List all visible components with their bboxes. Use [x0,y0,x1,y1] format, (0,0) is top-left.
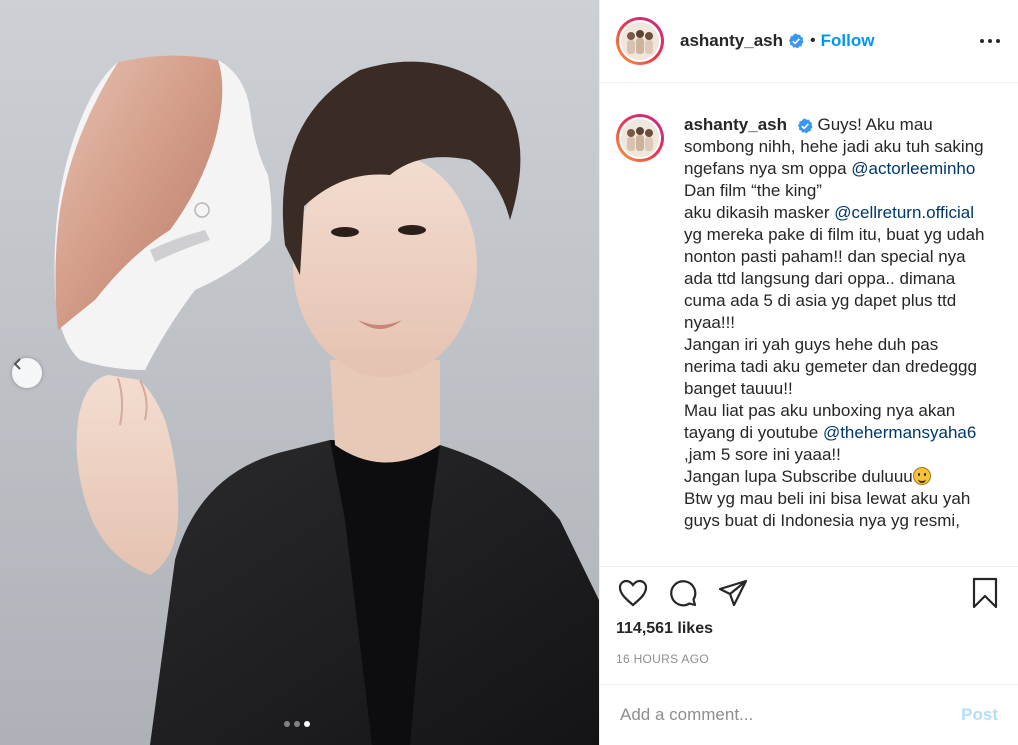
avatar-image [621,22,659,60]
heart-icon[interactable] [616,576,650,610]
verified-badge-icon [788,33,804,49]
avatar-image [621,119,659,157]
comment-composer: Post [600,684,1018,745]
caption-text: ,jam 5 sore ini yaaa!! [684,445,841,464]
post-caption: ashanty_ash Guys! Aku mau sombong nihh, … [684,114,994,566]
carousel-dot [284,721,290,727]
caption-text: aku dikasih masker [684,203,835,222]
separator-dot: • [810,32,816,49]
likes-count[interactable]: 114,561 likes [616,620,713,638]
post-header: ashanty_ash • Follow [600,0,1018,83]
story-ring[interactable] [616,17,664,65]
post-actions: 114,561 likes 16 HOURS AGO [600,566,1018,700]
caption-text: Dan film “the king” [684,181,822,200]
post-comment-button[interactable]: Post [961,705,998,725]
carousel-indicator [284,721,310,727]
mention-link[interactable]: @thehermansyaha6 [823,423,976,442]
bookmark-icon[interactable] [968,576,1002,610]
action-icons-row [616,575,1002,611]
post-author-username[interactable]: ashanty_ash [680,31,783,51]
more-options-icon[interactable] [978,29,1002,53]
caption-container: ashanty_ash Guys! Aku mau sombong nihh, … [600,84,1018,566]
carousel-dot-active [304,721,310,727]
caption-story-ring[interactable] [616,114,664,162]
follow-button[interactable]: Follow [821,31,875,51]
post-photo[interactable] [0,0,599,745]
paper-plane-icon[interactable] [716,576,750,610]
post-side-panel: ashanty_ash • Follow ashanty_ash Guys! A… [599,0,1018,745]
caption-text: yg mereka pake di film itu, buat yg udah… [684,225,985,332]
post-image [0,0,599,745]
chevron-left-icon [13,358,21,370]
avatar[interactable] [619,20,661,62]
mention-link[interactable]: @cellreturn.official [834,203,974,222]
caption-text: Btw yg mau beli ini bisa lewat aku yah g… [684,489,971,530]
carousel-dot [294,721,300,727]
verified-badge-icon [797,118,813,134]
caption-body: Guys! Aku mau sombong nihh, hehe jadi ak… [684,115,985,530]
grinning-face-icon [912,467,931,485]
comment-bubble-icon[interactable] [666,576,700,610]
caption-username[interactable]: ashanty_ash [684,115,787,134]
caption-text: Jangan lupa Subscribe duluuu [684,467,913,486]
caption-text: Jangan iri yah guys hehe duh pas nerima … [684,335,977,398]
carousel-previous-button[interactable] [12,358,42,388]
post-timestamp[interactable]: 16 HOURS AGO [616,652,709,666]
caption-avatar[interactable] [619,117,661,159]
comment-input[interactable] [620,705,962,725]
mention-link[interactable]: @actorleeminho [851,159,975,178]
